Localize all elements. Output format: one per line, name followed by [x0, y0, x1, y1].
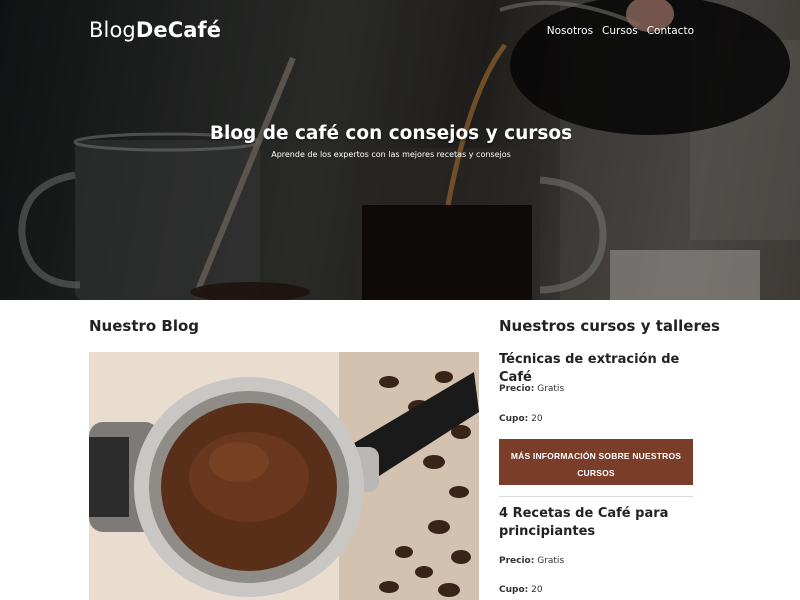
nav-link-contacto[interactable]: Contacto [647, 25, 694, 37]
course-quota-value: 20 [531, 414, 543, 424]
nav-link-cursos[interactable]: Cursos [602, 25, 638, 37]
course-quota-value: 20 [531, 585, 543, 595]
navbar: BlogDeCafé Nosotros Cursos Contacto [0, 0, 800, 64]
portafilter-coffee-image [89, 352, 479, 600]
course-quota: Cupo: 20 [499, 414, 693, 424]
courses-section-title: Nuestros cursos y talleres [499, 317, 720, 335]
course-quota: Cupo: 20 [499, 585, 693, 595]
course-price: Precio: Gratis [499, 384, 693, 394]
course-quota-label: Cupo: [499, 585, 529, 595]
course-price-value: Gratis [537, 384, 565, 394]
course-card: 4 Recetas de Café para principiantes [499, 505, 693, 541]
course-divider [499, 496, 693, 497]
hero-banner: BlogDeCafé Nosotros Cursos Contacto Blog… [0, 0, 800, 300]
course-title: 4 Recetas de Café para principiantes [499, 506, 669, 539]
course-card: Técnicas de extración de Café [499, 351, 693, 387]
course-title: Técnicas de extración de Café [499, 352, 680, 385]
hero-title: Blog de café con consejos y cursos [209, 123, 573, 144]
blog-section-title: Nuestro Blog [89, 317, 200, 335]
logo-text-light: Blog [89, 18, 136, 42]
main-nav: Nosotros Cursos Contacto [547, 25, 694, 37]
course-quota-label: Cupo: [499, 414, 529, 424]
course-price-label: Precio: [499, 556, 535, 566]
nav-link-nosotros[interactable]: Nosotros [547, 25, 593, 37]
logo-text-bold: DeCafé [135, 18, 222, 42]
course-price-value: Gratis [537, 556, 565, 566]
more-info-courses-button[interactable]: MÁS INFORMACIÓN SOBRE NUESTROS CURSOS [499, 439, 693, 485]
site-logo[interactable]: BlogDeCafé [89, 18, 221, 42]
course-price: Precio: Gratis [499, 556, 693, 566]
hero-subtitle: Aprende de los expertos con las mejores … [271, 150, 511, 159]
blog-post-image[interactable] [89, 352, 479, 600]
hero-text: Blog de café con consejos y cursos Apren… [0, 123, 782, 159]
course-price-label: Precio: [499, 384, 535, 394]
